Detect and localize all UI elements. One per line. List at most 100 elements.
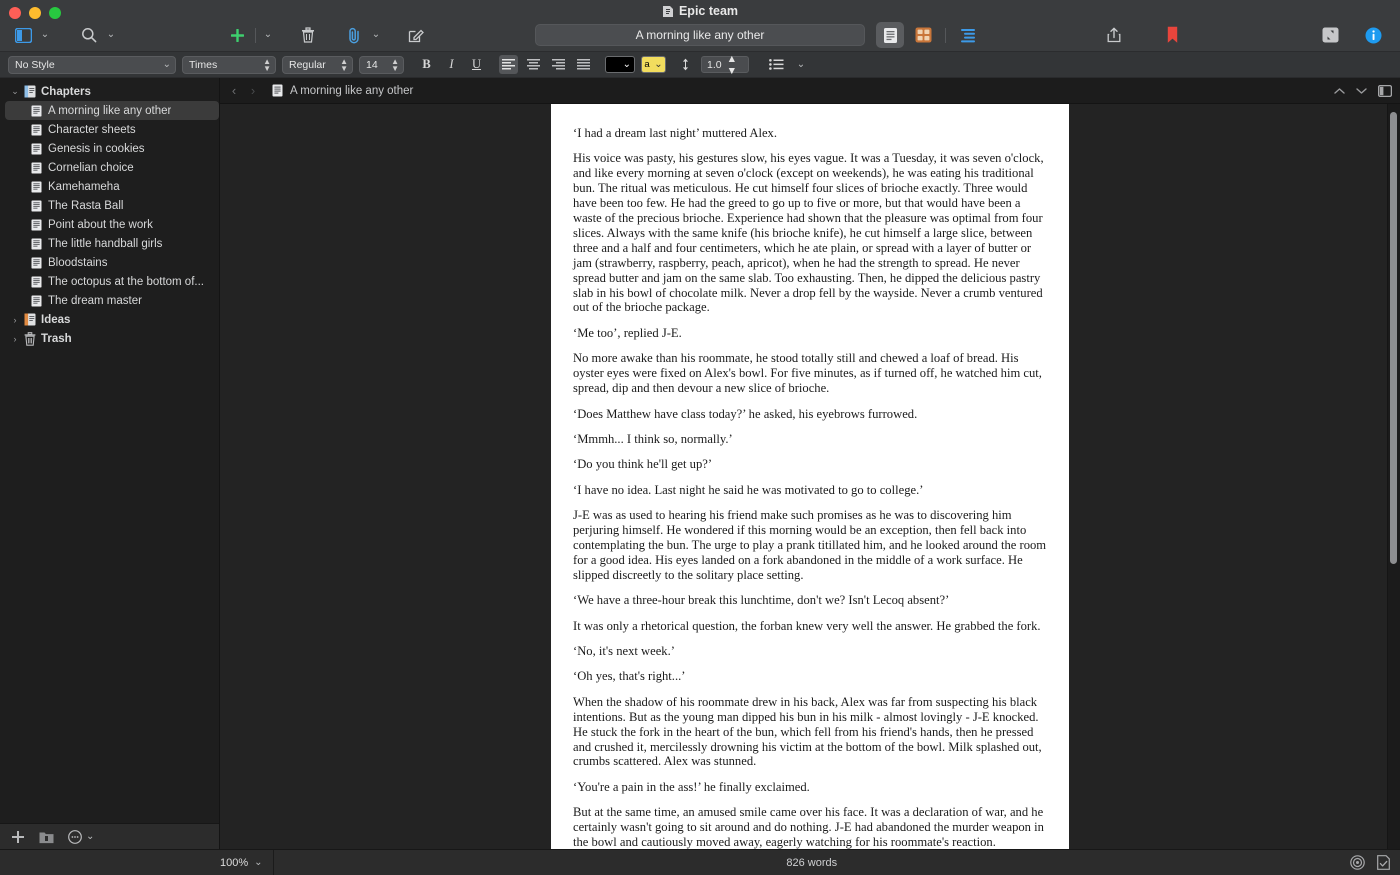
close-button[interactable] xyxy=(9,7,21,19)
bold-button[interactable]: B xyxy=(417,55,436,74)
document-view-button[interactable] xyxy=(876,22,904,48)
zoom-select[interactable]: 100% ⌄ xyxy=(220,850,274,875)
underline-button[interactable]: U xyxy=(467,55,486,74)
align-justify-button[interactable] xyxy=(574,55,593,74)
document-paragraph: ‘Oh yes, that's right...’ xyxy=(573,669,686,684)
binder-item-the-octopus-at-the-bottom-of[interactable]: The octopus at the bottom of... xyxy=(0,272,219,291)
italic-button[interactable]: I xyxy=(442,55,461,74)
breadcrumb-bar: ‹ › A morning like any other xyxy=(220,78,1400,104)
highlight-color-picker[interactable]: a ⌄ xyxy=(641,56,666,73)
binder-item-label: Ideas xyxy=(41,313,71,326)
font-size-select[interactable]: 14 ▲ ▼ xyxy=(359,55,404,74)
binder-item-bloodstains[interactable]: Bloodstains xyxy=(0,253,219,272)
editor-scrollbar-track[interactable] xyxy=(1387,104,1400,849)
document-title-value: A morning like any other xyxy=(635,28,765,42)
paragraph-style-select[interactable]: No Style ⌄ xyxy=(8,55,176,74)
outline-view-button[interactable] xyxy=(954,22,982,48)
document-title-field[interactable]: A morning like any other xyxy=(535,24,865,46)
back-button[interactable]: ‹ xyxy=(228,83,240,98)
bookmark-button[interactable] xyxy=(1159,22,1185,48)
add-button[interactable] xyxy=(224,22,250,48)
toolbar-left-group: ⌄ ⌄ xyxy=(10,22,118,48)
font-weight-value: Regular xyxy=(289,58,326,71)
text-color-picker[interactable]: ⌄ xyxy=(605,56,635,73)
binder-item-trash[interactable]: › Trash xyxy=(0,329,219,348)
binder-item-label: Chapters xyxy=(41,85,91,98)
font-family-select[interactable]: Times ▲ ▼ xyxy=(182,55,276,74)
search-options-chevron-down-icon[interactable]: ⌄ xyxy=(104,22,118,48)
align-left-button[interactable] xyxy=(499,55,518,74)
zoom-button[interactable] xyxy=(49,7,61,19)
binder-footer: ⌄ xyxy=(0,823,219,849)
add-options-chevron-down-icon[interactable]: ⌄ xyxy=(261,22,275,48)
chevron-right-icon[interactable]: › xyxy=(8,334,22,344)
binder-item-point-about-the-work[interactable]: Point about the work xyxy=(0,215,219,234)
minimize-button[interactable] xyxy=(29,7,41,19)
toggle-sidebar-button[interactable] xyxy=(10,22,36,48)
divider xyxy=(945,27,946,43)
document-check-button[interactable] xyxy=(1377,855,1390,870)
binder-item-ideas[interactable]: › Ideas xyxy=(0,310,219,329)
editor-canvas: ‘I had a dream last night’ muttered Alex… xyxy=(220,104,1400,849)
editor-pane: ‹ › A morning like any other ‘I had a dr… xyxy=(220,78,1400,849)
binder-item-the-dream-master[interactable]: The dream master xyxy=(0,291,219,310)
font-weight-select[interactable]: Regular ▲ ▼ xyxy=(282,55,353,74)
writing-target-button[interactable] xyxy=(1350,855,1365,870)
sidebar-options-chevron-down-icon[interactable]: ⌄ xyxy=(38,22,52,48)
composition-mode-button[interactable] xyxy=(1317,22,1343,48)
next-document-button[interactable] xyxy=(1356,87,1367,95)
forward-button[interactable]: › xyxy=(247,83,259,98)
delete-button[interactable] xyxy=(295,22,321,48)
line-spacing-select[interactable]: 1.0 ▲ ▼ xyxy=(701,53,749,77)
attach-options-chevron-down-icon[interactable]: ⌄ xyxy=(369,22,383,48)
binder-item-a-morning-like-any-other[interactable]: A morning like any other xyxy=(5,101,219,120)
search-icon[interactable] xyxy=(76,22,102,48)
align-right-button[interactable] xyxy=(549,55,568,74)
align-center-button[interactable] xyxy=(524,55,543,74)
editor-scrollbar-thumb[interactable] xyxy=(1390,112,1397,564)
view-options-button[interactable]: ⌄ xyxy=(68,829,95,844)
document-paragraph: ‘I had a dream last night’ muttered Alex… xyxy=(573,126,777,140)
binder-item-label: Character sheets xyxy=(48,123,136,136)
binder-item-label: Genesis in cookies xyxy=(48,142,145,155)
binder-item-the-rasta-ball[interactable]: The Rasta Ball xyxy=(0,196,219,215)
compose-button[interactable] xyxy=(403,22,429,48)
inspector-button[interactable] xyxy=(1360,22,1386,48)
list-button[interactable] xyxy=(764,55,788,74)
binder-item-cornelian-choice[interactable]: Cornelian choice xyxy=(0,158,219,177)
text-doc-icon xyxy=(29,295,44,307)
highlight-glyph: a xyxy=(644,59,650,70)
project-icon xyxy=(662,5,674,18)
attach-button[interactable] xyxy=(341,22,367,48)
font-family-value: Times xyxy=(189,58,218,71)
chevron-down-icon: ⌄ xyxy=(162,58,171,70)
binder-item-label: The octopus at the bottom of... xyxy=(48,275,204,288)
orange-folder-icon xyxy=(22,313,37,326)
document-paragraph: But at the same time, an amused smile ca… xyxy=(573,805,1044,849)
binder-item-the-little-handball-girls[interactable]: The little handball girls xyxy=(0,234,219,253)
status-bar-right-group xyxy=(1350,855,1390,870)
binder-item-character-sheets[interactable]: Character sheets xyxy=(0,120,219,139)
window-controls[interactable] xyxy=(9,7,61,19)
binder-item-kamehameha[interactable]: Kamehameha xyxy=(0,177,219,196)
previous-document-button[interactable] xyxy=(1334,87,1345,95)
text-doc-icon xyxy=(29,162,44,174)
main-area: ⌄ Chapters A morning like any other Charact… xyxy=(0,78,1400,849)
binder-item-label: The dream master xyxy=(48,294,142,307)
list-options-chevron-down-icon[interactable]: ⌄ xyxy=(794,52,808,78)
binder-item-chapters[interactable]: ⌄ Chapters xyxy=(0,82,219,101)
text-doc-icon xyxy=(29,276,44,288)
corkboard-view-button[interactable] xyxy=(909,22,937,48)
binder-item-genesis-in-cookies[interactable]: Genesis in cookies xyxy=(0,139,219,158)
document-page[interactable]: ‘I had a dream last night’ muttered Alex… xyxy=(551,104,1069,849)
binder-list[interactable]: ⌄ Chapters A morning like any other Charact… xyxy=(0,78,219,823)
chevron-down-icon[interactable]: ⌄ xyxy=(8,86,22,97)
add-folder-button[interactable] xyxy=(39,830,54,844)
split-editor-button[interactable] xyxy=(1378,84,1392,97)
add-item-button[interactable] xyxy=(11,830,25,844)
chevron-down-icon: ⌄ xyxy=(86,830,95,842)
chevron-right-icon[interactable]: › xyxy=(8,315,22,325)
share-button[interactable] xyxy=(1101,22,1127,48)
window-title: Epic team xyxy=(0,4,1400,18)
stepper-icon: ▲ ▼ xyxy=(340,56,348,73)
